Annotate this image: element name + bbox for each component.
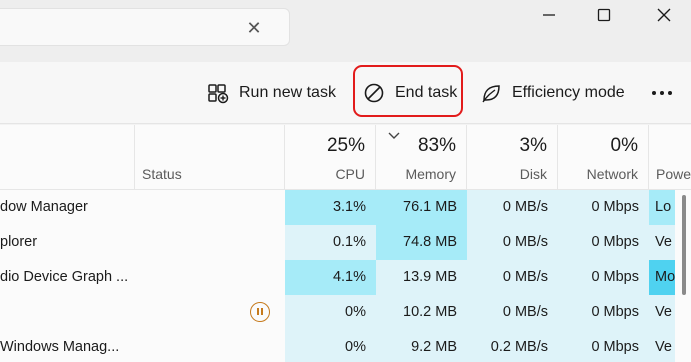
memory-total: 83% (417, 135, 456, 156)
minimize-icon (543, 14, 555, 16)
process-name: Windows Manag... (0, 339, 120, 355)
disk-cell: 0 MB/s (467, 225, 558, 260)
maximize-icon (597, 8, 611, 22)
header-status-label: Status (142, 166, 182, 182)
power-cell: Lo (649, 190, 675, 225)
network-cell: 0 Mbps (558, 330, 649, 362)
power-cell: Ve (649, 225, 675, 260)
memory-cell: 13.9 MB (376, 260, 467, 295)
memory-cell: 10.2 MB (376, 295, 467, 330)
power-cell: Mo (649, 260, 675, 295)
process-name: dow Manager (0, 199, 88, 215)
table-row[interactable]: 0% 10.2 MB 0 MB/s 0 Mbps Ve (0, 295, 691, 330)
efficiency-mode-button[interactable]: Efficiency mode (480, 68, 625, 118)
disk-total: 3% (519, 135, 547, 156)
disk-cell: 0 MB/s (467, 190, 558, 225)
close-icon (657, 8, 671, 22)
header-name[interactable] (0, 125, 135, 189)
more-dot (660, 91, 664, 95)
header-power-label: Powe (656, 166, 691, 182)
pause-icon (250, 302, 270, 322)
memory-cell: 76.1 MB (376, 190, 467, 225)
power-cell: Ve (649, 330, 675, 362)
search-box[interactable]: ✕ (0, 8, 290, 46)
network-cell: 0 Mbps (558, 295, 649, 330)
end-task-label: End task (395, 84, 458, 101)
cpu-cell: 0.1% (285, 225, 376, 260)
leaf-icon (482, 85, 500, 103)
process-name: plorer (0, 234, 38, 250)
header-status[interactable]: Status (135, 125, 285, 189)
process-name: dio Device Graph ... (0, 269, 129, 285)
table-row[interactable]: dio Device Graph ... 4.1% 13.9 MB 0 MB/s… (0, 260, 691, 295)
close-button[interactable] (641, 0, 687, 30)
memory-cell: 74.8 MB (376, 225, 467, 260)
title-bar: ✕ (0, 0, 691, 62)
minimize-button[interactable] (526, 0, 572, 30)
maximize-button[interactable] (581, 0, 627, 30)
efficiency-mode-label: Efficiency mode (512, 84, 625, 101)
disk-cell: 0.2 MB/s (467, 330, 558, 362)
header-disk-label: Disk (519, 166, 547, 182)
network-total: 0% (610, 135, 638, 156)
more-options-button[interactable] (648, 76, 676, 110)
more-dot (668, 91, 672, 95)
vertical-scrollbar[interactable] (681, 195, 687, 345)
power-cell: Ve (649, 295, 675, 330)
cpu-cell: 4.1% (285, 260, 376, 295)
close-icon[interactable]: ✕ (244, 18, 264, 38)
header-memory[interactable]: 83% Memory (376, 125, 467, 189)
disk-cell: 0 MB/s (467, 260, 558, 295)
table-row[interactable]: Windows Manag... 0% 9.2 MB 0.2 MB/s 0 Mb… (0, 330, 691, 362)
run-new-task-label: Run new task (239, 84, 336, 101)
toolbar: Run new task End task Efficiency mode (0, 62, 691, 124)
network-cell: 0 Mbps (558, 260, 649, 295)
table-row[interactable]: plorer 0.1% 74.8 MB 0 MB/s 0 Mbps Ve (0, 225, 691, 260)
network-cell: 0 Mbps (558, 190, 649, 225)
process-table: Status 25% CPU 83% Memory 3% Disk 0% Net… (0, 125, 691, 362)
memory-cell: 9.2 MB (376, 330, 467, 362)
more-options-icon (652, 91, 656, 95)
network-cell: 0 Mbps (558, 225, 649, 260)
chevron-down-icon (388, 132, 400, 139)
scrollbar-thumb[interactable] (682, 195, 686, 295)
cpu-total: 25% (326, 135, 365, 156)
disk-cell: 0 MB/s (467, 295, 558, 330)
header-cpu-label: CPU (335, 166, 365, 182)
header-memory-label: Memory (405, 166, 456, 182)
run-new-task-icon (208, 84, 229, 104)
header-network-label: Network (586, 166, 638, 182)
end-task-button[interactable]: End task (363, 68, 457, 118)
cpu-cell: 0% (285, 295, 376, 330)
run-new-task-button[interactable]: Run new task (207, 68, 336, 118)
table-row[interactable]: dow Manager 3.1% 76.1 MB 0 MB/s 0 Mbps L… (0, 190, 691, 225)
process-name (0, 295, 135, 330)
header-network[interactable]: 0% Network (558, 125, 649, 189)
header-disk[interactable]: 3% Disk (467, 125, 558, 189)
header-power[interactable]: Powe (649, 125, 691, 189)
cpu-cell: 3.1% (285, 190, 376, 225)
header-cpu[interactable]: 25% CPU (285, 125, 376, 189)
prohibited-icon (364, 83, 384, 103)
cpu-cell: 0% (285, 330, 376, 362)
